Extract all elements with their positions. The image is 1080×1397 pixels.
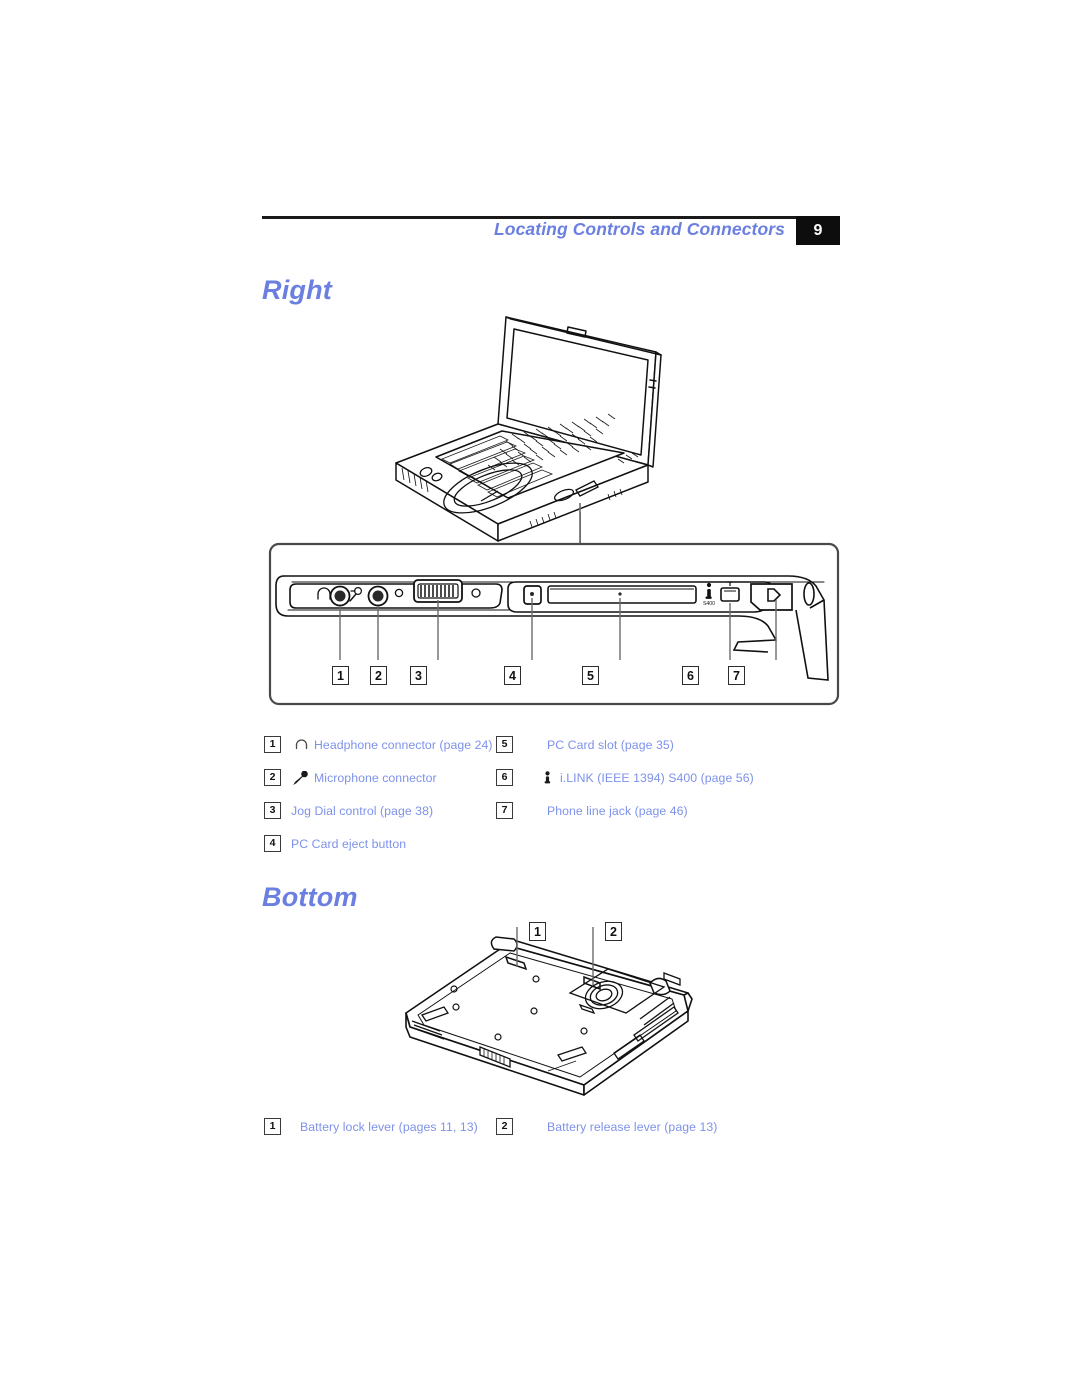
legend-number: 6	[496, 769, 513, 786]
legend-label: i.LINK (IEEE 1394) S400 (page 56)	[560, 770, 754, 785]
legend-right-connectors: 1 Headphone connector (page 24) 2 Microp…	[264, 728, 824, 860]
legend-label: Phone line jack (page 46)	[547, 803, 688, 818]
legend-item: 4 PC Card eject button	[264, 827, 496, 860]
legend-label: Battery lock lever (pages 11, 13)	[300, 1119, 478, 1134]
callout-7: 7	[728, 666, 745, 685]
section-heading-right: Right	[262, 275, 332, 305]
legend-item: 2 Battery release lever (page 13)	[496, 1110, 717, 1143]
section-heading-bottom: Bottom	[262, 882, 358, 912]
legend-item: 7 Phone line jack (page 46)	[496, 794, 754, 827]
callout-bottom-1: 1	[529, 922, 546, 941]
legend-item: 1 Battery lock lever (pages 11, 13)	[264, 1110, 496, 1143]
legend-label: PC Card slot (page 35)	[547, 737, 674, 752]
legend-column-left: 1 Battery lock lever (pages 11, 13)	[264, 1110, 496, 1143]
legend-item: 5 PC Card slot (page 35)	[496, 728, 754, 761]
ilink-icon	[537, 770, 557, 786]
headphone-icon	[291, 737, 311, 753]
page-number-badge: 9	[796, 216, 840, 245]
legend-label: PC Card eject button	[291, 836, 407, 851]
legend-number: 7	[496, 802, 513, 819]
legend-column-right: 2 Battery release lever (page 13)	[496, 1110, 717, 1143]
legend-column-left: 1 Headphone connector (page 24) 2 Microp…	[264, 728, 496, 860]
legend-item: 2 Microphone connector	[264, 761, 496, 794]
legend-number: 2	[264, 769, 281, 786]
legend-number: 4	[264, 835, 281, 852]
callout-bottom-2: 2	[605, 922, 622, 941]
callout-6: 6	[682, 666, 699, 685]
legend-bottom-levers: 1 Battery lock lever (pages 11, 13) 2 Ba…	[264, 1110, 824, 1143]
legend-label: Headphone connector (page 24)	[314, 737, 493, 752]
callout-1: 1	[332, 666, 349, 685]
callout-5: 5	[582, 666, 599, 685]
legend-label: Jog Dial control (page 38)	[291, 803, 434, 818]
legend-item: 1 Headphone connector (page 24)	[264, 728, 496, 761]
callout-2: 2	[370, 666, 387, 685]
callout-3: 3	[410, 666, 427, 685]
legend-number: 1	[264, 736, 281, 753]
legend-label: Battery release lever (page 13)	[547, 1119, 718, 1134]
legend-number: 2	[496, 1118, 513, 1135]
legend-item: 3 Jog Dial control (page 38)	[264, 794, 496, 827]
callout-4: 4	[504, 666, 521, 685]
figure-bottom-illustration	[388, 915, 708, 1105]
legend-number: 3	[264, 802, 281, 819]
legend-item: 6 i.LINK (IEEE 1394) S400 (page 56)	[496, 761, 754, 794]
legend-column-right: 5 PC Card slot (page 35) 6 i.LINK (IEEE …	[496, 728, 754, 860]
microphone-icon	[291, 770, 311, 786]
legend-number: 1	[264, 1118, 281, 1135]
page-title: Locating Controls and Connectors	[494, 219, 785, 239]
figure-right-connector-panel: S400	[268, 500, 842, 715]
legend-label: Microphone connector	[314, 770, 437, 785]
legend-number: 5	[496, 736, 513, 753]
ilink-s400-mark: S400	[703, 601, 715, 607]
